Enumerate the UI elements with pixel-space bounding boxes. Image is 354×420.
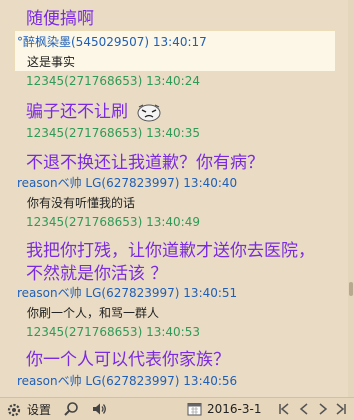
- date-picker[interactable]: 2016-3-1: [187, 401, 261, 416]
- last-page-icon: [334, 401, 348, 417]
- message-sender[interactable]: 12345(271768653) 13:40:49: [26, 215, 200, 229]
- message-sender[interactable]: °醉枫染墨(545029507) 13:40:17: [17, 33, 207, 50]
- message-text: 不退不换还让我道歉？你有病？: [26, 153, 264, 173]
- message-text: 你刷一个人，和骂一群人: [27, 306, 160, 320]
- first-page-icon: [277, 401, 291, 417]
- settings-label: 设置: [27, 403, 52, 417]
- scrollbar-thumb[interactable]: [349, 282, 353, 296]
- message-row: 骗子还不让刷: [26, 97, 162, 122]
- message-sender[interactable]: reasonベ帅 LG(627823997) 13:40:51: [17, 284, 237, 301]
- message-sender[interactable]: reasonベ帅 LG(627823997) 13:40:40: [17, 174, 237, 191]
- search-icon: [63, 401, 79, 417]
- voice-button[interactable]: [91, 401, 107, 417]
- next-page-button[interactable]: [317, 401, 329, 417]
- bottom-toolbar: 设置 2016-3-1: [0, 397, 354, 420]
- message-sender[interactable]: 12345(271768653) 13:40:24: [26, 74, 200, 88]
- next-page-icon: [317, 401, 329, 417]
- date-label: 2016-3-1: [207, 401, 262, 416]
- emoji-icon: [136, 102, 162, 122]
- calendar-icon: [187, 401, 202, 416]
- message-text: 你一个人可以代表你家族？: [26, 350, 230, 370]
- message-text: 骗子还不让刷: [26, 102, 128, 122]
- scrollbar[interactable]: [348, 0, 354, 397]
- chat-history[interactable]: 随便搞啊 °醉枫染墨(545029507) 13:40:17 这是事实 1234…: [0, 0, 348, 397]
- message-text: 我把你打残，让你道歉才送你去医院，: [26, 241, 315, 261]
- message-text: 随便搞啊: [26, 9, 94, 29]
- message-text: 这是事实: [27, 55, 76, 69]
- last-page-button[interactable]: [334, 401, 348, 417]
- first-page-button[interactable]: [277, 401, 291, 417]
- prev-page-icon: [298, 401, 310, 417]
- prev-page-button[interactable]: [298, 401, 310, 417]
- message-text: 不然就是你活该 ？: [26, 264, 168, 284]
- speaker-icon: [91, 401, 107, 417]
- gear-icon: [6, 402, 22, 418]
- message-sender[interactable]: reasonベ帅 LG(627823997) 13:40:56: [17, 372, 237, 389]
- message-sender[interactable]: 12345(271768653) 13:40:35: [26, 126, 200, 140]
- settings-button[interactable]: 设置: [6, 401, 51, 418]
- message-text: 你有没有听懂我的话: [27, 196, 136, 210]
- message-sender[interactable]: 12345(271768653) 13:40:53: [26, 325, 200, 339]
- search-button[interactable]: [63, 401, 79, 417]
